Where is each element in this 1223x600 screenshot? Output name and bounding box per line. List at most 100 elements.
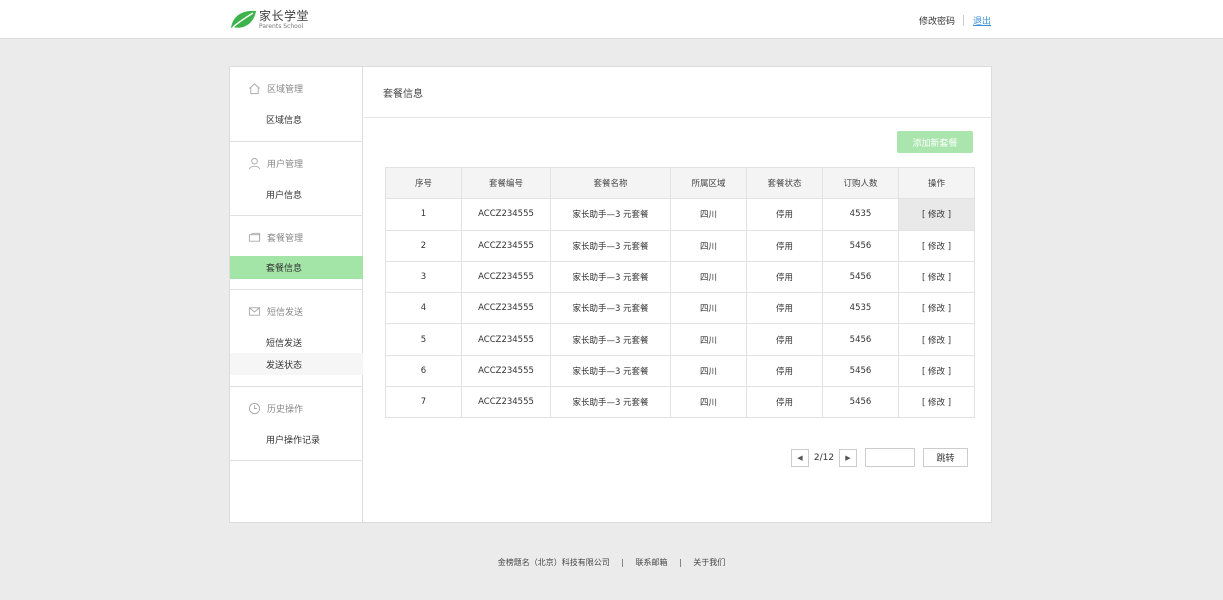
cell-status: 停用 (746, 292, 823, 325)
cell-subscribers: 5456 (822, 323, 899, 356)
cell-subscribers: 5456 (822, 260, 899, 294)
edit-button[interactable]: [ 修改 ] (898, 229, 975, 262)
column-header: 套餐名称 (550, 166, 671, 200)
edit-button[interactable]: [ 修改 ] (898, 354, 975, 388)
cell-region: 四川 (670, 198, 747, 231)
footer-separator: | (621, 558, 624, 567)
table-row: 1 ACCZ234555 家长助手—3 元套餐 四川 停用 4535 [ 修改 … (385, 198, 975, 231)
nav-group-title: 用户管理 (267, 159, 304, 170)
cell-name: 家长助手—3 元套餐 (550, 292, 671, 325)
cell-subscribers: 5456 (822, 229, 899, 262)
cell-status: 停用 (746, 386, 823, 419)
cell-status: 停用 (746, 354, 823, 388)
cell-region: 四川 (670, 323, 747, 356)
cell-index: 1 (385, 198, 462, 231)
logo[interactable]: 家长学堂 Parents School (229, 8, 309, 32)
edit-button[interactable]: [ 修改 ] (898, 292, 975, 325)
cell-status: 停用 (746, 323, 823, 356)
nav-group-title: 区域管理 (267, 84, 304, 95)
jump-button[interactable]: 跳转 (923, 448, 968, 467)
cell-name: 家长助手—3 元套餐 (550, 260, 671, 294)
nav-group-history: 历史操作 用户操作记录 (230, 387, 363, 461)
clock-icon (247, 401, 261, 415)
cell-code: ACCZ234555 (461, 198, 551, 231)
cell-status: 停用 (746, 260, 823, 294)
cell-index: 5 (385, 323, 462, 356)
edit-button[interactable]: [ 修改 ] (898, 323, 975, 356)
top-links: 修改密码 退出 (919, 14, 991, 27)
home-icon (247, 81, 261, 95)
prev-page-button[interactable]: ◀ (791, 448, 809, 467)
change-password-link[interactable]: 修改密码 (919, 14, 955, 27)
cell-status: 停用 (746, 198, 823, 231)
cell-name: 家长助手—3 元套餐 (550, 198, 671, 231)
nav-group-header: 区域管理 (230, 81, 363, 95)
sidebar-item-send-status[interactable]: 发送状态 (230, 353, 363, 375)
cell-subscribers: 5456 (822, 354, 899, 388)
content-area: 套餐信息 添加新套餐 序号 套餐编号 套餐名称 所属区域 套餐状态 订购人数 操… (364, 67, 991, 522)
nav-group-package: 套餐管理 套餐信息 (230, 216, 363, 290)
user-icon (247, 156, 261, 170)
about-us-link[interactable]: 关于我们 (693, 558, 725, 567)
sidebar-item-user-info[interactable]: 用户信息 (230, 183, 363, 205)
nav-group-header: 短信发送 (230, 304, 363, 318)
cell-index: 3 (385, 260, 462, 294)
contact-email-link[interactable]: 联系邮箱 (636, 558, 668, 567)
table-row: 7 ACCZ234555 家长助手—3 元套餐 四川 停用 5456 [ 修改 … (385, 386, 975, 419)
caret-left-icon: ◀ (797, 453, 803, 462)
cell-subscribers: 5456 (822, 386, 899, 419)
page-title: 套餐信息 (364, 67, 991, 118)
page-indicator: 2/12 (813, 452, 835, 463)
nav-group-sms: 短信发送 短信发送 发送状态 (230, 290, 363, 387)
nav-group-title: 短信发送 (267, 307, 304, 318)
edit-button[interactable]: [ 修改 ] (898, 198, 975, 231)
cell-code: ACCZ234555 (461, 323, 551, 356)
cell-region: 四川 (670, 260, 747, 294)
cell-region: 四川 (670, 292, 747, 325)
nav-group-title: 历史操作 (267, 404, 304, 415)
cell-index: 2 (385, 229, 462, 262)
cell-subscribers: 4535 (822, 198, 899, 231)
column-header: 订购人数 (822, 166, 899, 200)
column-header: 套餐编号 (461, 166, 551, 200)
next-page-button[interactable]: ▶ (839, 448, 857, 467)
edit-button[interactable]: [ 修改 ] (898, 260, 975, 294)
cell-code: ACCZ234555 (461, 229, 551, 262)
cell-code: ACCZ234555 (461, 292, 551, 325)
cell-name: 家长助手—3 元套餐 (550, 229, 671, 262)
sidebar-item-operation-log[interactable]: 用户操作记录 (230, 428, 363, 450)
package-table: 序号 套餐编号 套餐名称 所属区域 套餐状态 订购人数 操作 1 ACCZ234… (385, 166, 975, 419)
company-link[interactable]: 金榜题名（北京）科技有限公司 (498, 558, 610, 567)
sidebar: 区域管理 区域信息 用户管理 用户信息 套餐管理 套餐信息 短信发送 短信发送 … (230, 67, 363, 522)
nav-group-region: 区域管理 区域信息 (230, 67, 363, 142)
table-row: 5 ACCZ234555 家长助手—3 元套餐 四川 停用 5456 [ 修改 … (385, 323, 975, 356)
nav-group-header: 套餐管理 (230, 230, 363, 244)
table-header-row: 序号 套餐编号 套餐名称 所属区域 套餐状态 订购人数 操作 (385, 166, 975, 200)
cell-name: 家长助手—3 元套餐 (550, 354, 671, 388)
add-package-button[interactable]: 添加新套餐 (897, 131, 973, 153)
cell-region: 四川 (670, 386, 747, 419)
nav-group-user: 用户管理 用户信息 (230, 142, 363, 216)
nav-group-title: 套餐管理 (267, 233, 304, 244)
sidebar-item-sms-send[interactable]: 短信发送 (230, 331, 363, 353)
cell-region: 四川 (670, 354, 747, 388)
page-number-input[interactable] (865, 448, 915, 467)
cell-index: 7 (385, 386, 462, 419)
nav-group-header: 用户管理 (230, 156, 363, 170)
logo-title: 家长学堂 (259, 9, 310, 23)
column-header: 套餐状态 (746, 166, 823, 200)
cell-code: ACCZ234555 (461, 354, 551, 388)
table-row: 3 ACCZ234555 家长助手—3 元套餐 四川 停用 5456 [ 修改 … (385, 260, 975, 294)
column-header: 所属区域 (670, 166, 747, 200)
mail-icon (247, 304, 261, 318)
sidebar-item-package-info[interactable]: 套餐信息 (230, 256, 363, 279)
sidebar-item-region-info[interactable]: 区域信息 (230, 108, 363, 130)
logout-link[interactable]: 退出 (973, 14, 991, 27)
cell-subscribers: 4535 (822, 292, 899, 325)
footer-separator: | (679, 558, 682, 567)
caret-right-icon: ▶ (845, 453, 851, 462)
cell-region: 四川 (670, 229, 747, 262)
cell-code: ACCZ234555 (461, 386, 551, 419)
footer: 金榜题名（北京）科技有限公司 | 联系邮箱 | 关于我们 (0, 557, 1223, 568)
edit-button[interactable]: [ 修改 ] (898, 386, 975, 419)
